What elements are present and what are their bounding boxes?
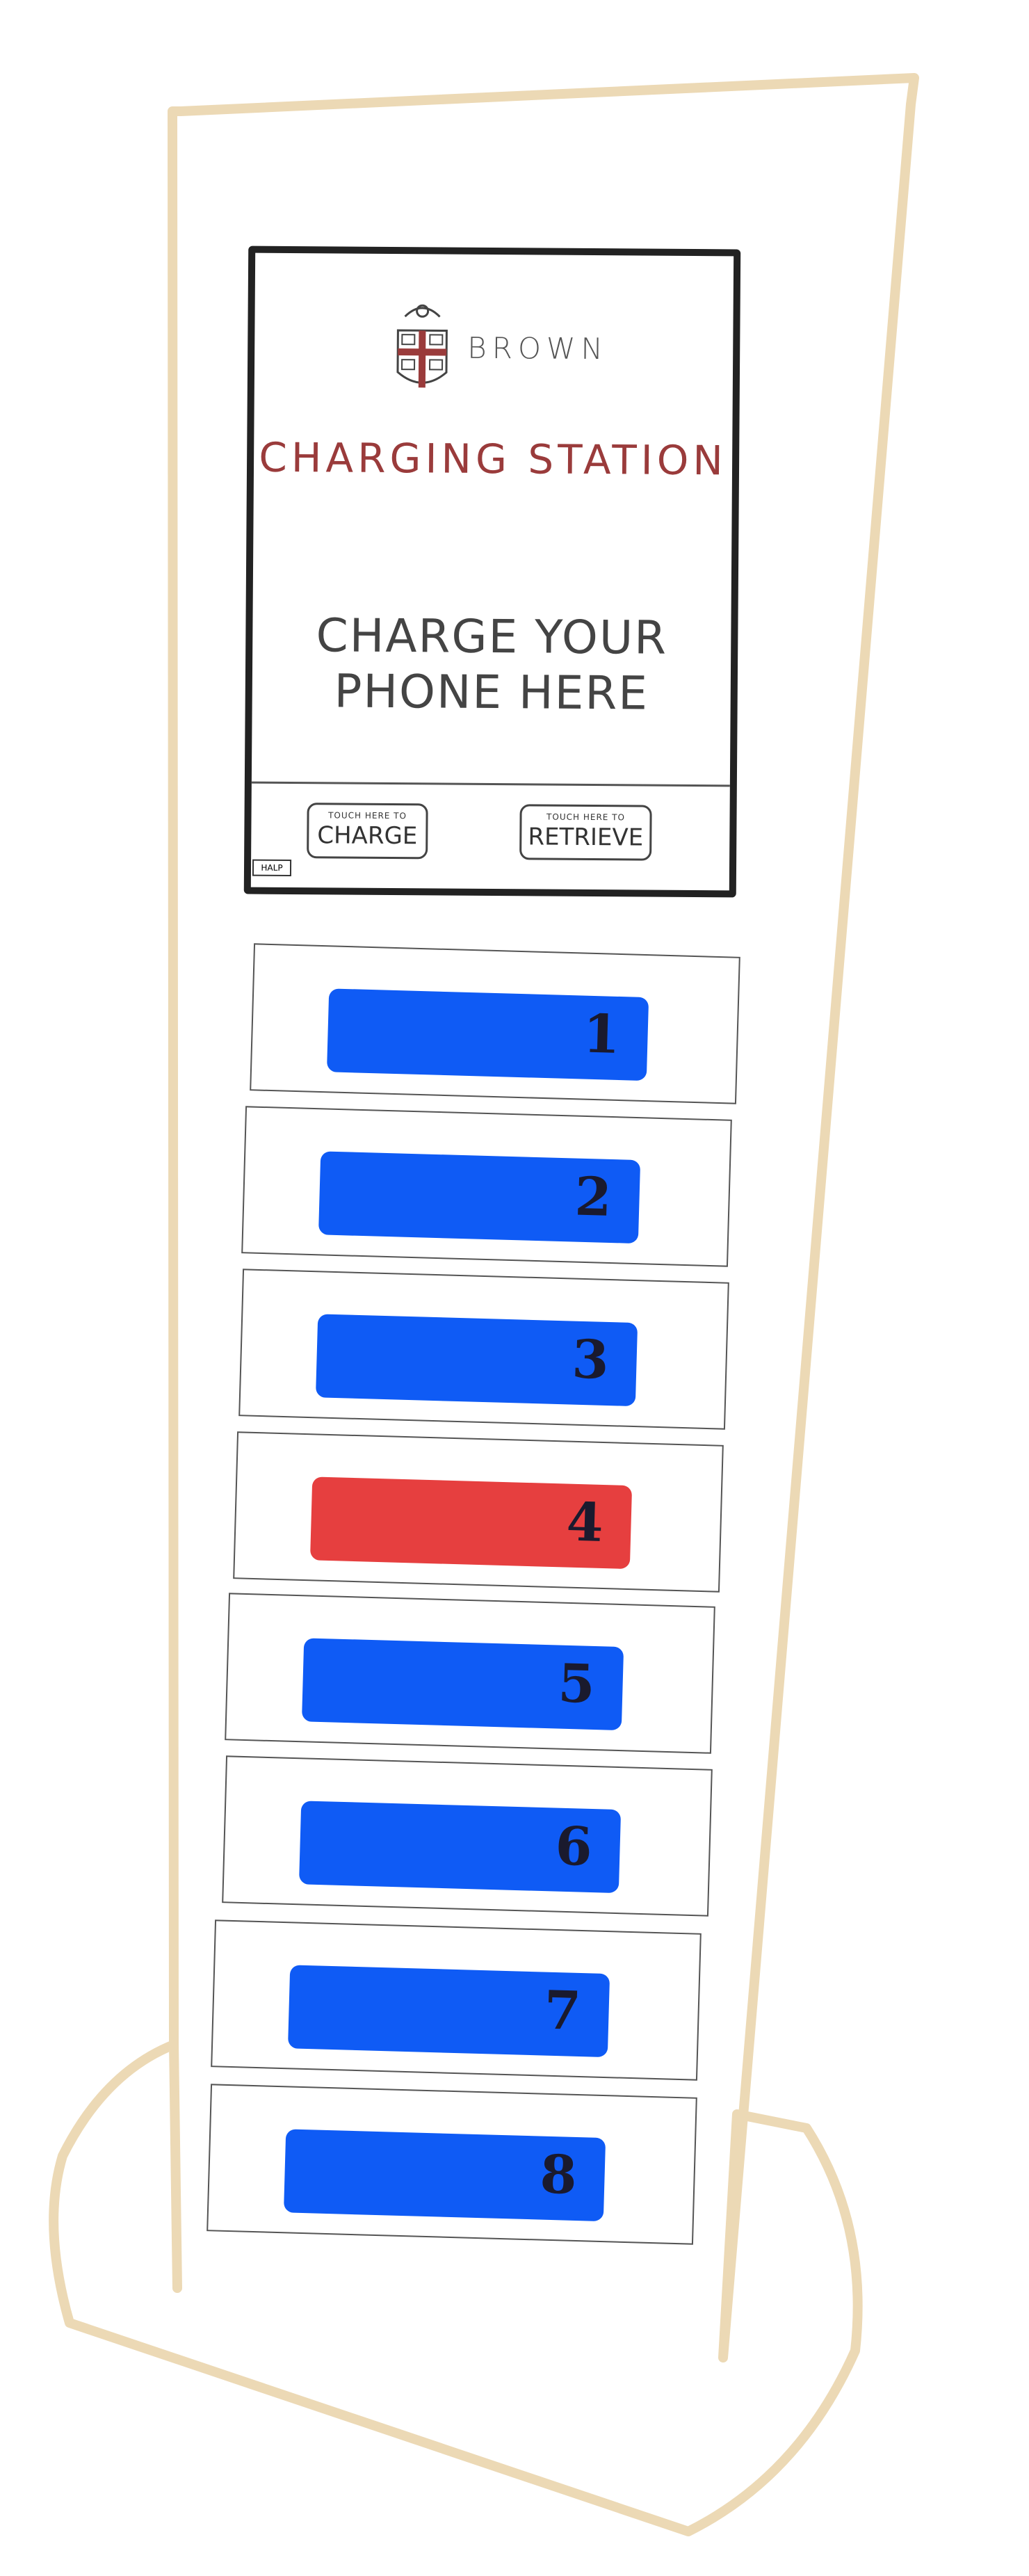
locker-5[interactable]: 5 bbox=[225, 1593, 715, 1754]
charge-button[interactable]: TOUCH HERE TO CHARGE bbox=[307, 803, 428, 860]
screen-divider bbox=[251, 781, 730, 787]
locker-1[interactable]: 1 bbox=[250, 943, 740, 1104]
charge-message-line2: PHONE HERE bbox=[334, 664, 649, 721]
locker-number: 8 bbox=[539, 2143, 578, 2207]
brown-crest-icon bbox=[396, 304, 448, 388]
retrieve-button-hint: TOUCH HERE TO bbox=[546, 812, 626, 823]
locker-slot[interactable]: 4 bbox=[309, 1476, 633, 1570]
charge-message-line1: CHARGE YOUR bbox=[316, 609, 668, 665]
page-title: CHARGING STATION bbox=[259, 433, 728, 485]
help-button[interactable]: HALP bbox=[252, 859, 292, 876]
locker-number: 1 bbox=[582, 1002, 621, 1066]
locker-number: 3 bbox=[571, 1328, 610, 1392]
retrieve-button-label: RETRIEVE bbox=[528, 823, 644, 852]
locker-3[interactable]: 3 bbox=[238, 1269, 729, 1430]
locker-number: 2 bbox=[574, 1165, 613, 1229]
brown-logo: BROWN bbox=[391, 296, 628, 401]
locker-number: 5 bbox=[557, 1652, 596, 1716]
charge-button-label: CHARGE bbox=[317, 821, 418, 851]
locker-7[interactable]: 7 bbox=[211, 1919, 702, 2081]
charge-button-hint: TOUCH HERE TO bbox=[328, 810, 407, 821]
touch-screen[interactable]: BROWN CHARGING STATION CHARGE YOUR PHONE… bbox=[243, 245, 741, 898]
locker-slot[interactable]: 8 bbox=[283, 2129, 606, 2222]
retrieve-button[interactable]: TOUCH HERE TO RETRIEVE bbox=[519, 804, 652, 861]
brand-name: BROWN bbox=[467, 330, 609, 367]
locker-slot[interactable]: 7 bbox=[287, 1965, 610, 2058]
locker-slot[interactable]: 1 bbox=[326, 988, 649, 1081]
locker-slot[interactable]: 6 bbox=[298, 1801, 622, 1894]
locker-8[interactable]: 8 bbox=[206, 2084, 697, 2245]
locker-slot[interactable]: 2 bbox=[318, 1151, 641, 1244]
locker-slot[interactable]: 3 bbox=[315, 1314, 638, 1407]
locker-6[interactable]: 6 bbox=[222, 1755, 713, 1917]
locker-4[interactable]: 4 bbox=[233, 1431, 724, 1593]
locker-number: 6 bbox=[554, 1814, 593, 1878]
locker-2[interactable]: 2 bbox=[241, 1106, 732, 1267]
locker-number: 4 bbox=[565, 1490, 604, 1554]
locker-slot[interactable]: 5 bbox=[301, 1638, 624, 1731]
locker-number: 7 bbox=[543, 1979, 582, 2043]
charge-message: CHARGE YOUR PHONE HERE bbox=[252, 608, 731, 723]
